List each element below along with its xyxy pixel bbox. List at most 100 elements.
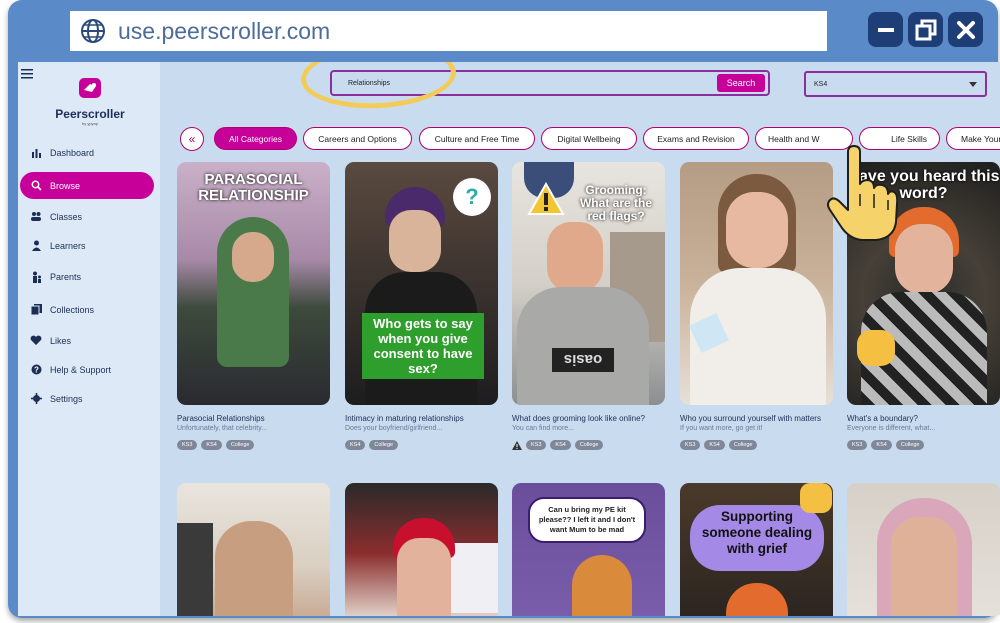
globe-icon bbox=[81, 19, 105, 43]
sidebar-item-learners[interactable]: Learners bbox=[20, 232, 154, 259]
key-stage-value: KS4 bbox=[814, 80, 828, 88]
menu-icon[interactable] bbox=[21, 68, 35, 80]
thumbnail-caption: Supporting someone dealing with grief bbox=[701, 509, 813, 556]
card-title: Intimacy in maturing relationships bbox=[345, 414, 464, 423]
hand-pointer-icon bbox=[827, 145, 898, 241]
app-logo[interactable]: Peerscroller by ypyap bbox=[50, 76, 130, 126]
video-card[interactable] bbox=[345, 483, 498, 616]
card-description: You can find more... bbox=[512, 425, 575, 432]
video-card[interactable] bbox=[847, 483, 1000, 616]
video-card[interactable]: Can u bring my PE kit please?? I left it… bbox=[512, 483, 665, 616]
sidebar-item-label: Settings bbox=[50, 393, 83, 404]
collection-icon bbox=[30, 304, 42, 316]
sidebar-item-browse[interactable]: Browse bbox=[20, 172, 154, 199]
close-button[interactable] bbox=[948, 12, 983, 47]
sidebar-item-label: Help & Support bbox=[50, 364, 112, 375]
video-thumbnail[interactable] bbox=[847, 483, 1000, 616]
close-icon bbox=[956, 20, 975, 39]
category-all[interactable]: All Categories bbox=[214, 127, 297, 150]
sidebar-item-parents[interactable]: Parents bbox=[20, 263, 154, 290]
sidebar-item-classes[interactable]: Classes bbox=[20, 203, 154, 230]
category-make-your[interactable]: Make Your V bbox=[946, 127, 1000, 150]
video-card[interactable] bbox=[177, 483, 330, 616]
sidebar-item-label: Classes bbox=[50, 211, 83, 222]
card-title: What's a boundary? bbox=[847, 414, 918, 423]
tag: College bbox=[574, 440, 604, 450]
person-icon bbox=[30, 240, 42, 252]
card-description: If you want more, go get it! bbox=[680, 425, 763, 432]
video-thumbnail[interactable]: PARASOCIAL RELATIONSHIP bbox=[177, 162, 330, 405]
video-card[interactable]: Who you surround yourself with matters I… bbox=[680, 162, 833, 450]
sidebar-item-label: Browse bbox=[50, 180, 81, 191]
category-culture[interactable]: Culture and Free Time bbox=[419, 127, 535, 150]
video-card[interactable]: oasis Grooming: What are the red flags? … bbox=[512, 162, 665, 450]
tag: KS3 bbox=[177, 440, 198, 450]
browser-window: use.peerscroller.com Peerscroller by ypy… bbox=[8, 0, 1000, 618]
sidebar: Peerscroller by ypyap Dashboard Browse C… bbox=[18, 62, 160, 616]
sidebar-item-label: Dashboard bbox=[50, 147, 95, 158]
video-thumbnail[interactable]: oasis Grooming: What are the red flags? bbox=[512, 162, 665, 405]
tag: KS4 bbox=[704, 440, 725, 450]
card-description: Does your boyfriend/girlfriend... bbox=[345, 425, 443, 432]
address-bar[interactable]: use.peerscroller.com bbox=[70, 11, 827, 51]
key-stage-select[interactable]: KS4 bbox=[804, 71, 987, 97]
thumbnail-caption: Can u bring my PE kit please?? I left it… bbox=[528, 497, 646, 543]
tag: College bbox=[895, 440, 925, 450]
shirt-text: oasis bbox=[552, 348, 614, 372]
tag: College bbox=[225, 440, 255, 450]
video-card[interactable]: PARASOCIAL RELATIONSHIP Parasocial Relat… bbox=[177, 162, 330, 450]
category-exams[interactable]: Exams and Revision bbox=[643, 127, 749, 150]
tag: KS3 bbox=[680, 440, 701, 450]
gear-icon bbox=[30, 393, 42, 405]
card-title: Who you surround yourself with matters bbox=[680, 414, 821, 423]
tag: KS4 bbox=[550, 440, 571, 450]
tag: KS3 bbox=[847, 440, 868, 450]
thumbnail-caption: Grooming: What are the red flags? bbox=[579, 183, 652, 223]
video-card[interactable]: ? Who gets to say when you give consent … bbox=[345, 162, 498, 450]
svg-text:?: ? bbox=[34, 366, 39, 375]
video-card[interactable]: Supporting someone dealing with grief bbox=[680, 483, 833, 616]
heart-icon bbox=[30, 335, 42, 347]
card-description: Everyone is different, what... bbox=[847, 425, 936, 432]
thumbnail-caption: Who gets to say when you give consent to… bbox=[362, 313, 484, 379]
thumbnail-caption: PARASOCIAL RELATIONSHIP bbox=[198, 171, 309, 204]
restore-icon bbox=[915, 19, 936, 40]
warning-icon bbox=[512, 440, 522, 450]
minimize-icon bbox=[877, 27, 894, 32]
tag: KS3 bbox=[526, 440, 547, 450]
card-title: Parasocial Relationships bbox=[177, 414, 265, 423]
video-thumbnail[interactable]: Supporting someone dealing with grief bbox=[680, 483, 833, 616]
warning-icon bbox=[527, 182, 565, 215]
sidebar-item-help[interactable]: ? Help & Support bbox=[20, 356, 154, 383]
sidebar-item-dashboard[interactable]: Dashboard bbox=[20, 139, 154, 166]
chevron-down-icon bbox=[969, 81, 977, 87]
search-button[interactable]: Search bbox=[717, 74, 765, 92]
logo-bird-icon bbox=[79, 78, 101, 98]
sidebar-item-label: Likes bbox=[50, 335, 72, 346]
category-careers[interactable]: Careers and Options bbox=[303, 127, 412, 150]
app-content: Peerscroller by ypyap Dashboard Browse C… bbox=[18, 62, 1000, 616]
minimize-button[interactable] bbox=[868, 12, 903, 47]
tag: KS4 bbox=[345, 440, 366, 450]
sidebar-item-settings[interactable]: Settings bbox=[20, 385, 154, 412]
category-digital-wellbeing[interactable]: Digital Wellbeing bbox=[541, 127, 637, 150]
video-thumbnail[interactable]: Can u bring my PE kit please?? I left it… bbox=[512, 483, 665, 616]
highlight-circle bbox=[299, 62, 458, 113]
video-thumbnail[interactable]: ? Who gets to say when you give consent … bbox=[345, 162, 498, 405]
card-title: What does grooming look like online? bbox=[512, 414, 645, 423]
double-chevron-left-icon: « bbox=[188, 132, 196, 146]
tag: KS4 bbox=[871, 440, 892, 450]
people-icon bbox=[30, 211, 42, 223]
sidebar-item-likes[interactable]: Likes bbox=[20, 327, 154, 354]
video-thumbnail[interactable] bbox=[345, 483, 498, 616]
sidebar-item-label: Learners bbox=[50, 240, 86, 251]
tag: College bbox=[369, 440, 399, 450]
sidebar-item-label: Parents bbox=[50, 271, 82, 282]
scroll-left-button[interactable]: « bbox=[180, 127, 204, 151]
video-thumbnail[interactable] bbox=[177, 483, 330, 616]
maximize-button[interactable] bbox=[908, 12, 943, 47]
help-icon: ? bbox=[30, 364, 42, 376]
video-thumbnail[interactable] bbox=[680, 162, 833, 405]
bar-chart-icon bbox=[30, 147, 42, 159]
sidebar-item-collections[interactable]: Collections bbox=[20, 296, 154, 323]
